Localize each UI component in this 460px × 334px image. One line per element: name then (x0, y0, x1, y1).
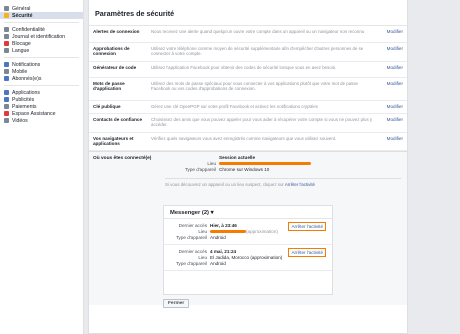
edit-link[interactable]: Modifier (377, 62, 407, 77)
settings-list: Alertes de connexion Nous recevez une ale… (89, 26, 407, 151)
setting-row[interactable]: Alertes de connexion Nous recevez une ale… (89, 26, 407, 43)
help-icon (4, 111, 9, 116)
setting-label: Mots de passe d'application (93, 81, 125, 92)
device-key: Type d'appareil (175, 261, 207, 266)
setting-row[interactable]: Mots de passe d'application Utilisez des … (89, 78, 407, 101)
setting-description: Utilisez votre téléphone comme moyen de … (151, 46, 364, 57)
sidebar-item-label: Langue (12, 47, 30, 54)
sidebar-divider (4, 22, 79, 23)
setting-description: Nous recevez une alerte quand quelqu'un … (151, 29, 365, 34)
video-icon (4, 118, 9, 123)
card-icon (4, 104, 9, 109)
globe-icon (4, 48, 9, 53)
messenger-sessions: Messenger (2) ▾ Dernier accès Hier, à 23:… (163, 205, 333, 295)
page-title: Paramètres de sécurité (89, 0, 407, 26)
device-value: Chrome sur Windows 10 (219, 167, 270, 172)
tag-icon (4, 34, 9, 39)
sidebar-item-mobile[interactable]: Mobile (0, 68, 83, 75)
edit-link[interactable]: Modifier (377, 101, 407, 113)
apps-icon (4, 90, 9, 95)
device-key: Type d'appareil (175, 235, 207, 240)
gear-icon (4, 6, 9, 11)
sidebar-divider (4, 85, 79, 86)
setting-description: Utilisez l'application Facebook pour obt… (151, 65, 337, 70)
edit-link[interactable]: Modifier (377, 133, 407, 150)
sidebar-item-label: Espace Assistance (12, 110, 56, 117)
setting-row[interactable]: Clé publique Gérez une clé OpenPGP sur vo… (89, 101, 407, 114)
edit-link[interactable]: Modifier (377, 43, 407, 61)
setting-label: Vos navigateurs et applications (93, 136, 134, 147)
globe-notification-icon (4, 62, 9, 67)
location-redacted (210, 230, 246, 234)
sidebar-item-label: Paiements (12, 103, 37, 110)
setting-label: Clé publique (93, 104, 121, 109)
setting-label: Approbations de connexion (93, 46, 130, 57)
suspicious-notice: Si vous découvrez un appareil ou un lieu… (165, 178, 401, 187)
setting-row[interactable]: Générateur de code Utilisez l'application… (89, 62, 407, 78)
close-button[interactable]: Fermer (163, 299, 190, 308)
edit-link[interactable]: Modifier (377, 114, 407, 132)
setting-label: Contacts de confiance (93, 117, 143, 122)
setting-label: Alertes de connexion (93, 29, 140, 34)
device-value: Android (210, 261, 226, 266)
messenger-header[interactable]: Messenger (2) ▾ (164, 206, 332, 219)
setting-description: Choisissez des amis que vous pouvez appe… (151, 117, 373, 128)
sidebar-item-block[interactable]: Blocage (0, 40, 83, 47)
sidebar-item-globe[interactable]: Langue (0, 47, 83, 54)
session-entry: Dernier accès Hier, à 23:46 Lieu (approxima… (164, 219, 332, 245)
rss-icon (4, 76, 9, 81)
sidebar-item-ads[interactable]: Publicités (0, 96, 83, 103)
setting-row[interactable]: Approbations de connexion Utilisez votre … (89, 43, 407, 62)
settings-sidebar: Général Sécurité Confidentialité Journal et… (0, 0, 84, 334)
notice-end-activity-link[interactable]: Arrêter l'activité (285, 182, 315, 187)
shield-icon (4, 13, 9, 18)
sidebar-item-label: Mobile (12, 68, 28, 75)
sidebar-item-label: Notifications (12, 61, 41, 68)
sidebar-item-globe-notification[interactable]: Notifications (0, 61, 83, 68)
end-activity-button[interactable]: Arrêter l'activité (288, 222, 326, 231)
setting-description: Gérez une clé OpenPGP sur votre profil F… (151, 104, 318, 109)
lock-icon (4, 27, 9, 32)
edit-link[interactable]: Modifier (377, 26, 407, 42)
sidebar-divider (4, 57, 79, 58)
device-key: Type d'appareil (184, 167, 216, 172)
sidebar-item-tag[interactable]: Journal et identification (0, 33, 83, 40)
sidebar-item-label: Sécurité (12, 12, 33, 19)
ads-icon (4, 97, 9, 102)
setting-description: Utilisez des mots de passe spéciaux pour… (151, 81, 358, 92)
current-session: Session actuelle Lieu Type d'appareil Ch… (165, 155, 401, 187)
caret-down-icon: ▾ (210, 210, 214, 216)
where-logged-in-label: Où vous êtes connecté(e) (93, 156, 152, 161)
sidebar-item-shield[interactable]: Sécurité (0, 12, 83, 19)
edit-link[interactable]: Modifier (377, 78, 407, 100)
setting-row[interactable]: Contacts de confiance Choisissez des amis… (89, 114, 407, 133)
sidebar-item-label: Général (12, 5, 31, 12)
where-logged-in-section: Où vous êtes connecté(e) Session actuell… (89, 151, 407, 308)
sidebar-item-label: Vidéos (12, 117, 28, 124)
sidebar-item-label: Confidentialité (12, 26, 45, 33)
mobile-icon (4, 69, 9, 74)
setting-description: Vérifiez quels navigateurs vous avez enr… (151, 136, 337, 141)
device-value: Android (210, 235, 226, 240)
end-activity-button[interactable]: Arrêter l'activité (288, 248, 326, 257)
sidebar-item-label: Publicités (12, 96, 35, 103)
sidebar-item-lock[interactable]: Confidentialité (0, 26, 83, 33)
sidebar-item-label: Applications (12, 89, 40, 96)
sidebar-item-gear[interactable]: Général (0, 5, 83, 12)
sidebar-item-help[interactable]: Espace Assistance (0, 110, 83, 117)
sidebar-item-rss[interactable]: Abonnés(e)s (0, 75, 83, 82)
sidebar-item-video[interactable]: Vidéos (0, 117, 83, 124)
sidebar-item-card[interactable]: Paiements (0, 103, 83, 110)
security-settings-panel: Paramètres de sécurité Alertes de connex… (88, 0, 408, 334)
setting-label: Générateur de code (93, 65, 137, 70)
setting-row[interactable]: Vos navigateurs et applications Vérifiez … (89, 133, 407, 151)
block-icon (4, 41, 9, 46)
sidebar-item-label: Blocage (12, 40, 31, 47)
session-entry: Dernier accès 4 mai, 21:24 Lieu El Jadida, … (164, 245, 332, 271)
sidebar-item-label: Abonnés(e)s (12, 75, 42, 82)
sidebar-item-label: Journal et identification (12, 33, 66, 40)
sidebar-item-apps[interactable]: Applications (0, 89, 83, 96)
